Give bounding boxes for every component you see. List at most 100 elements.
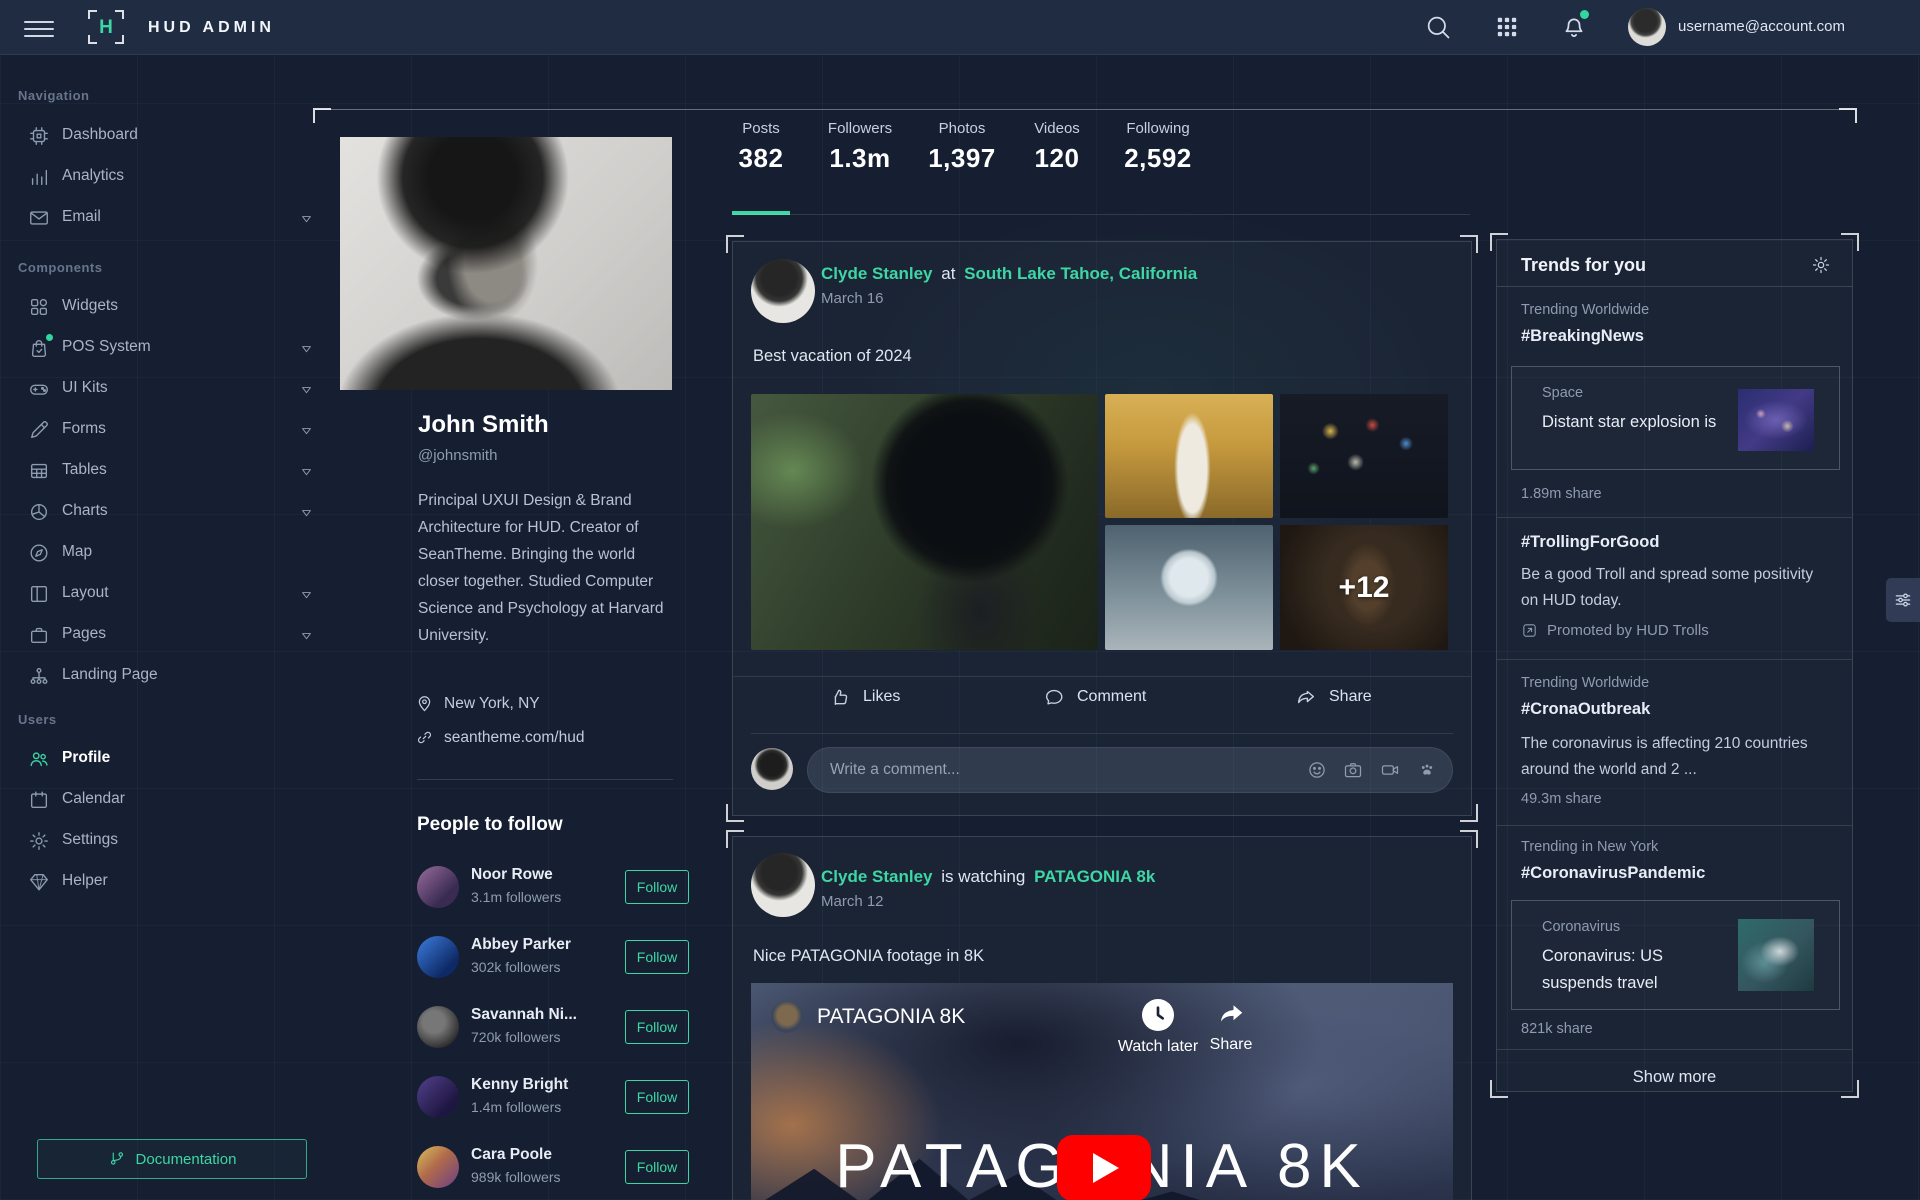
sidebar-section-navigation: Navigation [18, 88, 89, 103]
channel-avatar[interactable] [771, 1001, 803, 1033]
chevron-down-icon [300, 424, 313, 437]
chevron-down-icon [300, 342, 313, 355]
profile-website-row[interactable]: seantheme.com/hud [415, 728, 584, 747]
hamburger-icon[interactable] [24, 16, 54, 42]
sidebar-item-email[interactable]: Email [0, 198, 335, 238]
trend-hashtag[interactable]: #BreakingNews [1521, 327, 1644, 346]
stat-videos[interactable]: Videos120 [1018, 120, 1096, 174]
post-target-link[interactable]: South Lake Tahoe, California [964, 264, 1197, 283]
sidebar-item-pages[interactable]: Pages [0, 615, 335, 655]
notification-dot [1580, 10, 1589, 19]
share-button[interactable]: Share [1295, 686, 1372, 708]
sidebar-item-calendar[interactable]: Calendar [0, 780, 335, 820]
documentation-button[interactable]: Documentation [37, 1139, 307, 1179]
profile-website[interactable]: seantheme.com/hud [444, 729, 584, 747]
comment-bubble-icon [1043, 686, 1065, 708]
paw-icon[interactable] [1417, 760, 1437, 780]
envelope-icon [28, 207, 50, 229]
post-author-link[interactable]: Clyde Stanley [821, 264, 933, 283]
post-photo-sphere[interactable] [1105, 525, 1273, 650]
person-name[interactable]: Savannah Ni... [471, 1006, 577, 1024]
trend-hashtag[interactable]: #TrollingForGood [1521, 533, 1659, 552]
person-name[interactable]: Noor Rowe [471, 866, 553, 884]
follow-button[interactable]: Follow [625, 1010, 689, 1044]
post-author-avatar[interactable] [751, 259, 815, 323]
chevron-down-icon [300, 383, 313, 396]
logo-letter: H [88, 17, 124, 39]
stat-followers[interactable]: Followers1.3m [808, 120, 912, 174]
sidebar-item-analytics[interactable]: Analytics [0, 157, 335, 197]
sidebar-item-landing-page[interactable]: Landing Page [0, 656, 335, 696]
video-camera-icon[interactable] [1380, 760, 1400, 780]
trend-thumbnail [1738, 389, 1814, 451]
trend-news-card[interactable]: Space Distant star explosion is [1511, 366, 1840, 470]
sidebar-item-pos-system[interactable]: POS System [0, 328, 335, 368]
theme-settings-tab[interactable] [1886, 578, 1920, 622]
person-followers: 989k followers [471, 1169, 561, 1185]
search-icon[interactable] [1424, 13, 1452, 41]
trends-header-divider [1497, 286, 1852, 287]
post-photo-city[interactable] [1280, 394, 1448, 518]
person-name[interactable]: Cara Poole [471, 1146, 552, 1164]
apps-grid-icon[interactable] [1494, 14, 1522, 42]
video-title[interactable]: PATAGONIA 8K [817, 1005, 965, 1029]
pos-badge-dot [46, 334, 53, 341]
sidebar-item-layout[interactable]: Layout [0, 574, 335, 614]
user-avatar[interactable] [1628, 8, 1666, 46]
youtube-play-button[interactable] [1057, 1135, 1151, 1200]
share-arrow-icon [1216, 999, 1246, 1029]
sidebar-item-dashboard[interactable]: Dashboard [0, 116, 335, 156]
sidebar-item-widgets[interactable]: Widgets [0, 287, 335, 327]
follow-button[interactable]: Follow [625, 870, 689, 904]
profile-handle: @johnsmith [418, 447, 497, 464]
compass-icon [28, 542, 50, 564]
post-author-link[interactable]: Clyde Stanley [821, 867, 933, 886]
app-logo[interactable]: H [88, 10, 124, 44]
post-photo-forest[interactable] [751, 394, 1098, 650]
person-followers: 720k followers [471, 1029, 561, 1045]
video-player[interactable]: PATAGONIA 8K PATAGONIA 8K Watch later Sh… [751, 983, 1453, 1200]
post-photo-field[interactable] [1105, 394, 1273, 518]
trend-meta: 49.3m share [1521, 791, 1602, 807]
username[interactable]: username@account.com [1678, 18, 1845, 35]
stats-divider [732, 214, 1470, 215]
sidebar-item-charts[interactable]: Charts [0, 492, 335, 532]
more-photos-badge[interactable]: +12 [1280, 525, 1448, 650]
post-card: Clyde Stanley is watching PATAGONIA 8k M… [732, 836, 1472, 1200]
sidebar-item-tables[interactable]: Tables [0, 451, 335, 491]
stat-photos[interactable]: Photos1,397 [920, 120, 1004, 174]
widgets-icon [28, 296, 50, 318]
follow-button[interactable]: Follow [625, 940, 689, 974]
likes-button[interactable]: Likes [829, 686, 900, 708]
emoji-icon[interactable] [1307, 760, 1327, 780]
trend-hashtag[interactable]: #CronaOutbreak [1521, 700, 1650, 719]
post-target-link[interactable]: PATAGONIA 8k [1034, 867, 1155, 886]
video-share-button[interactable]: Share [1199, 999, 1263, 1054]
camera-icon[interactable] [1343, 760, 1363, 780]
follow-button[interactable]: Follow [625, 1150, 689, 1184]
person-row: Kenny Bright 1.4m followers Follow [417, 1074, 689, 1126]
bell-icon[interactable] [1560, 12, 1588, 40]
person-name[interactable]: Kenny Bright [471, 1076, 568, 1094]
comment-button[interactable]: Comment [1043, 686, 1146, 708]
sidebar-item-profile[interactable]: Profile [0, 739, 335, 779]
sidebar-item-settings[interactable]: Settings [0, 821, 335, 861]
trend-hashtag[interactable]: #CoronavirusPandemic [1521, 864, 1705, 883]
avatar [417, 936, 459, 978]
sidebar-item-forms[interactable]: Forms [0, 410, 335, 450]
trend-headline: Coronavirus: US suspends travel [1542, 943, 1727, 997]
sidebar-item-ui-kits[interactable]: UI Kits [0, 369, 335, 409]
person-name[interactable]: Abbey Parker [471, 936, 571, 954]
stat-posts[interactable]: Posts382 [728, 120, 794, 174]
post-author-avatar[interactable] [751, 853, 815, 917]
sidebar-item-map[interactable]: Map [0, 533, 335, 573]
watch-later-button[interactable]: Watch later [1103, 999, 1213, 1056]
post-photo-owl[interactable]: +12 [1280, 525, 1448, 650]
trend-news-card[interactable]: Coronavirus Coronavirus: US suspends tra… [1511, 900, 1840, 1010]
profile-bio: Principal UXUI Design & Brand Architectu… [418, 487, 678, 649]
stat-following[interactable]: Following2,592 [1108, 120, 1208, 174]
follow-button[interactable]: Follow [625, 1080, 689, 1114]
sidebar-item-helper[interactable]: Helper [0, 862, 335, 902]
show-more-button[interactable]: Show more [1497, 1060, 1852, 1091]
trends-gear-icon[interactable] [1811, 255, 1831, 275]
